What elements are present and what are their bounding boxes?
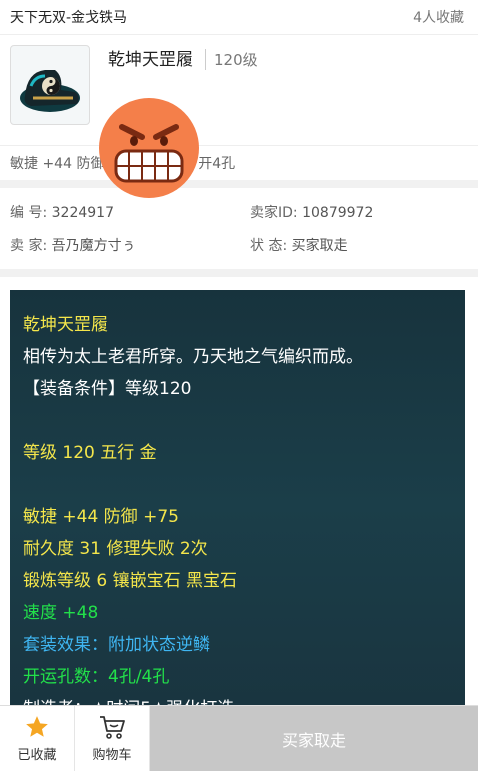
- buy-button[interactable]: 买家取走: [150, 706, 478, 771]
- desc-speed: 速度 +48: [23, 603, 99, 623]
- desc-requirement: 【装备条件】等级120: [23, 379, 192, 399]
- desc-set-effect: 套装效果：附加状态逆鳞: [23, 635, 210, 655]
- item-title: 乾坤天罡履 120级: [108, 45, 258, 70]
- item-name: 乾坤天罡履: [108, 50, 193, 70]
- desc-durability: 耐久度 31 修理失败 2次: [23, 539, 208, 559]
- angry-face-emoji-icon: [99, 98, 199, 198]
- favorites-count: 4人收藏: [413, 10, 464, 26]
- item-id: 编 号: 3224917: [10, 205, 114, 221]
- star-icon: [26, 716, 48, 737]
- trade-status: 状 态: 买家取走: [250, 238, 348, 254]
- desc-level-element: 等级 120 五行 金: [23, 443, 157, 463]
- boots-icon: [20, 70, 80, 112]
- trade-info: 编 号: 3224917 卖家ID: 10879972 卖 家: 吾乃魔方寸ぅ …: [0, 188, 478, 269]
- item-attributes: 敏捷 +44 防御 +75 锻炼6级 开4孔: [0, 145, 478, 180]
- item-level: 120级: [205, 49, 258, 70]
- desc-base-stats: 敏捷 +44 防御 +75: [23, 507, 179, 527]
- shopping-cart-icon: [100, 716, 125, 739]
- desc-item-name: 乾坤天罡履: [23, 315, 108, 335]
- desc-sockets: 开运孔数：4孔/4孔: [23, 667, 170, 687]
- divider: [0, 269, 478, 277]
- top-bar: 天下无双-金戈铁马 4人收藏: [0, 0, 478, 35]
- desc-lore: 相传为太上老君所穿。乃天地之气编织而成。: [23, 347, 363, 367]
- divider: [0, 180, 478, 188]
- bottom-action-bar: 已收藏 购物车 买家取走: [0, 705, 478, 771]
- server-title: 天下无双-金戈铁马: [10, 10, 128, 26]
- item-description-panel: 乾坤天罡履 相传为太上老君所穿。乃天地之气编织而成。 【装备条件】等级120 等…: [10, 290, 465, 720]
- favorite-button[interactable]: 已收藏: [0, 706, 75, 771]
- favorite-label: 已收藏: [17, 748, 57, 763]
- cart-label: 购物车: [92, 748, 132, 763]
- desc-forging: 锻炼等级 6 镶嵌宝石 黑宝石: [23, 571, 238, 591]
- seller-id: 卖家ID: 10879972: [250, 205, 374, 221]
- item-header: 乾坤天罡履 120级: [0, 35, 478, 198]
- item-thumbnail[interactable]: [10, 45, 90, 125]
- seller-name: 卖 家: 吾乃魔方寸ぅ: [10, 238, 136, 254]
- cart-button[interactable]: 购物车: [75, 706, 150, 771]
